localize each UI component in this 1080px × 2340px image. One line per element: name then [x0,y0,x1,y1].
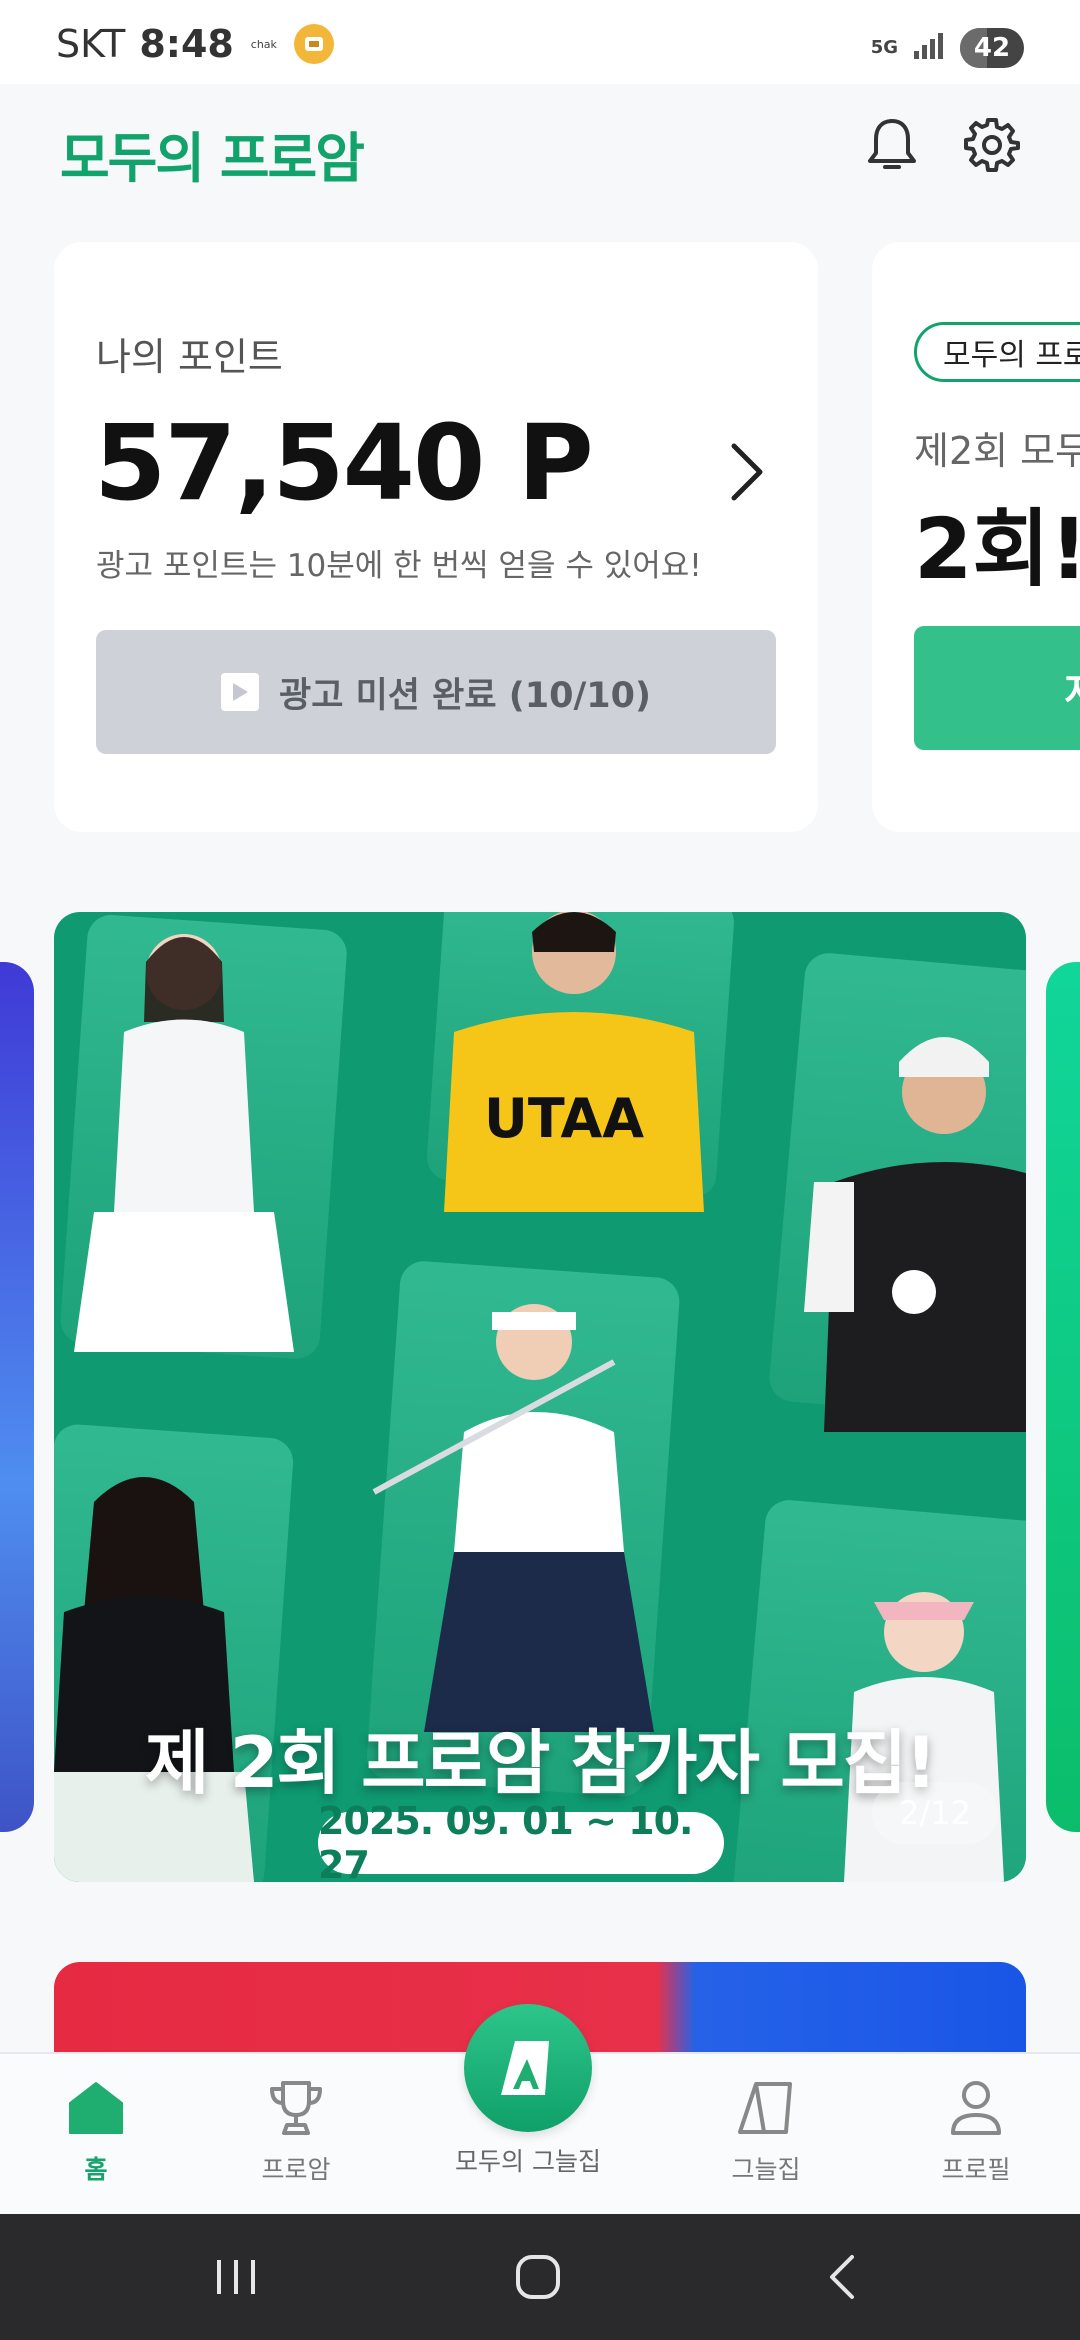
battery-icon: 42 [960,28,1024,68]
event-button[interactable]: 지 [914,626,1080,750]
back-icon[interactable] [782,2214,902,2340]
chevron-right-icon[interactable] [722,432,772,512]
banner-page-counter: 2/12 [872,1782,998,1844]
svg-text:UTAA: UTAA [484,1087,644,1150]
battery-level: 42 [973,33,1011,63]
points-card[interactable]: 나의 포인트 57,540 P 광고 포인트는 10분에 한 번씩 얻을 수 있… [54,242,818,832]
system-nav-bar [0,2214,1080,2340]
nav-home-label: 홈 [84,2155,108,2184]
shade-house-icon [501,2041,549,2095]
chak-logo: chak [250,37,277,51]
play-icon [221,673,260,711]
app-header: 모두의 프로암 [0,84,1080,214]
status-left: SKT 8:48 chak [56,22,334,66]
recent-apps-icon[interactable] [176,2214,296,2340]
event-big-text: 2회! [914,500,1080,598]
event-card[interactable]: 모두의 프로 제2회 모두 2회! 지 [872,242,1080,832]
nav-proam[interactable]: 프로암 [236,2054,356,2216]
home-circle-icon[interactable] [478,2214,598,2340]
nav-proam-label: 프로암 [261,2155,331,2184]
points-title: 나의 포인트 [96,335,283,379]
person-icon [944,2076,1008,2140]
nav-shade-house-label[interactable]: 모두의 그늘집 [420,2142,636,2178]
gear-icon[interactable] [962,114,1022,174]
home-icon [64,2076,128,2140]
status-right: 5G 42 [871,26,1024,70]
bell-icon[interactable] [862,114,922,174]
prev-banner-peek[interactable] [0,962,34,1832]
trophy-icon [264,2076,328,2140]
notification-app-icon [293,24,334,64]
ad-mission-button[interactable]: 광고 미션 완료 (10/10) [96,630,776,754]
nav-shade-house[interactable]: 그늘집 [706,2054,826,2216]
header-actions [862,114,1022,174]
app-logo[interactable]: 모두의 프로암 [60,114,365,193]
nav-profile[interactable]: 프로필 [916,2054,1036,2216]
signal-icon [912,31,946,65]
nav-profile-label: 프로필 [941,2155,1011,2184]
status-bar: SKT 8:48 chak 5G 42 [0,0,1080,84]
points-note: 광고 포인트는 10분에 한 번씩 얻을 수 있어요! [96,548,702,584]
shade-icon [734,2076,798,2140]
shade-house-fab[interactable] [464,2004,592,2132]
ad-mission-label: 광고 미션 완료 (10/10) [279,675,651,716]
nav-shade-label: 그늘집 [731,2155,801,2184]
banner-date: 2025. 09. 01 ~ 10. 27 [318,1799,724,1882]
network-5g-icon: 5G [870,37,898,58]
event-pill: 모두의 프로 [914,322,1080,382]
next-banner-peek[interactable] [1046,962,1080,1832]
nav-home[interactable]: 홈 [36,2054,156,2216]
points-value: 57,540 P [94,402,594,524]
clock: 8:48 [139,22,234,66]
promo-banner[interactable]: UTAA 제 2회 프로암 참가자 모집! 2025. 09. 01 ~ 10.… [54,912,1026,1882]
event-button-label: 지 [1064,661,1080,716]
carrier: SKT [56,22,126,66]
event-subtitle: 제2회 모두 [914,429,1080,473]
